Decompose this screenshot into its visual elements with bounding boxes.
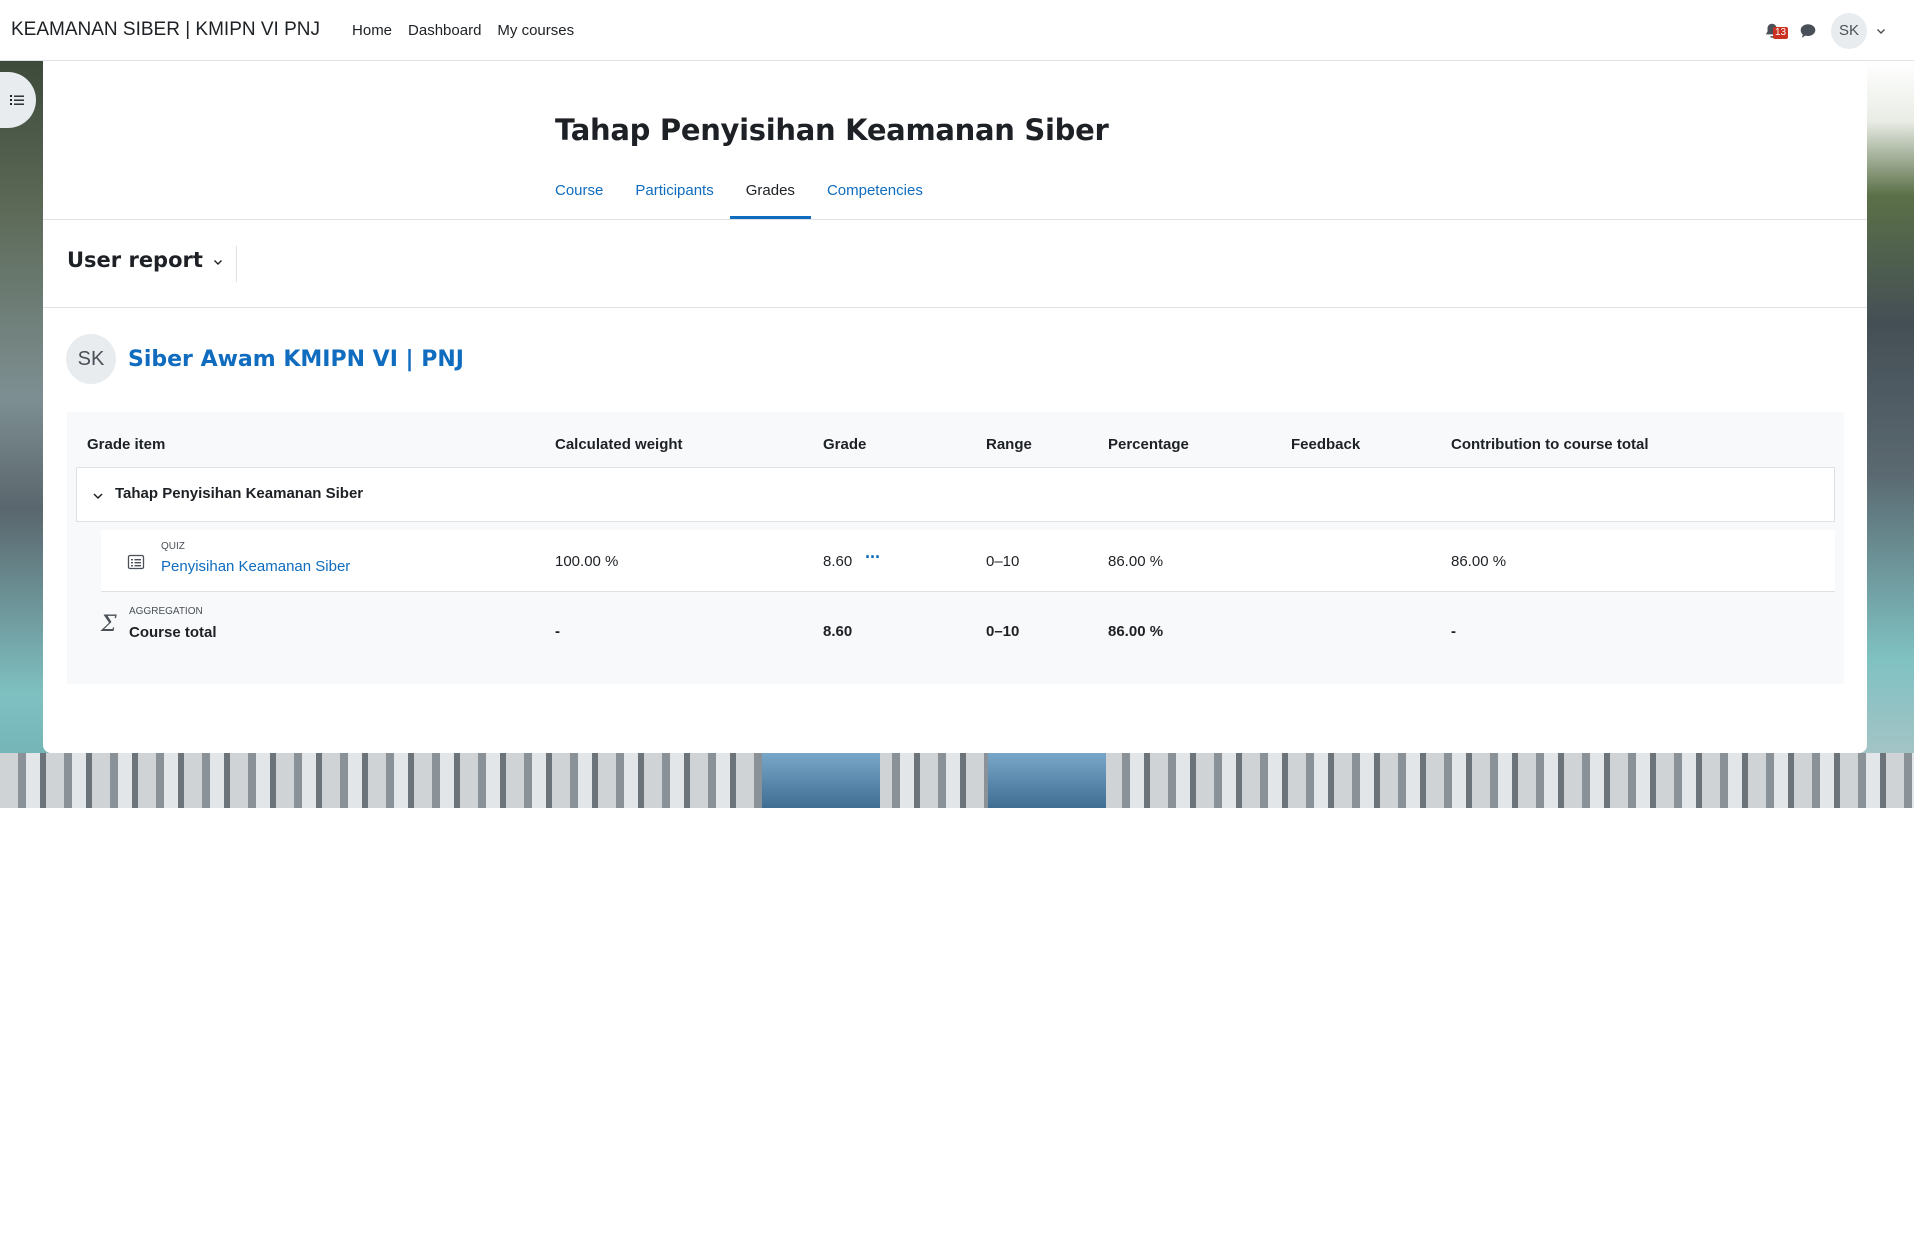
user-name-link[interactable]: Siber Awam KMIPN VI | PNJ <box>128 347 464 372</box>
notification-count-badge: 13 <box>1773 26 1789 39</box>
nav-my-courses[interactable]: My courses <box>497 22 574 39</box>
nav-home[interactable]: Home <box>352 22 392 39</box>
range-cell: 0–10 <box>986 623 1020 640</box>
chevron-down-icon <box>213 260 222 265</box>
tab-competencies[interactable]: Competencies <box>811 177 939 219</box>
percentage-cell: 86.00 % <box>1108 553 1164 570</box>
tab-participants[interactable]: Participants <box>619 177 729 219</box>
background-window <box>988 753 1106 808</box>
column-header-grade-item: Grade item <box>87 436 166 453</box>
divider <box>236 246 237 282</box>
list-icon <box>10 95 24 105</box>
column-header-percentage: Percentage <box>1108 436 1189 453</box>
calculated-weight-cell: 100.00 % <box>555 553 619 570</box>
item-type-label: AGGREGATION <box>129 606 203 617</box>
report-selector-dropdown[interactable]: User report <box>67 248 223 272</box>
tab-grades[interactable]: Grades <box>729 177 812 219</box>
messages-icon[interactable] <box>1799 22 1817 40</box>
notifications-button[interactable]: 13 <box>1763 20 1789 42</box>
chevron-down-icon[interactable] <box>92 490 104 502</box>
grade-item-link[interactable]: Penyisihan Keamanan Siber <box>161 558 350 575</box>
primary-navigation: Home Dashboard My courses <box>352 22 590 39</box>
category-name: Tahap Penyisihan Keamanan Siber <box>115 485 364 502</box>
user-heading: SK Siber Awam KMIPN VI | PNJ <box>66 334 464 384</box>
grade-cell: 8.60 <box>823 623 853 640</box>
grade-cell: 8.60 <box>823 553 853 570</box>
avatar: SK <box>66 334 116 384</box>
report-navigation-bar: User report <box>43 220 1867 308</box>
background-window <box>762 753 880 808</box>
quiz-icon <box>127 554 145 570</box>
contribution-cell: 86.00 % <box>1451 553 1507 570</box>
category-row[interactable]: Tahap Penyisihan Keamanan Siber <box>76 467 1835 522</box>
course-total-label: Course total <box>129 624 217 641</box>
tab-course[interactable]: Course <box>555 177 619 219</box>
user-navigation: 13 SK <box>1763 0 1886 61</box>
site-name[interactable]: KEAMANAN SIBER | KMIPN VI PNJ <box>11 19 320 41</box>
top-navbar: KEAMANAN SIBER | KMIPN VI PNJ Home Dashb… <box>0 0 1914 61</box>
sigma-icon: Σ <box>101 612 117 637</box>
percentage-cell: 86.00 % <box>1108 623 1164 640</box>
course-secondary-navigation: Course Participants Grades Competencies <box>555 177 939 219</box>
column-header-contribution: Contribution to course total <box>1451 436 1649 453</box>
range-cell: 0–10 <box>986 553 1020 570</box>
grade-report-table: Grade item Calculated weight Grade Range… <box>67 412 1844 684</box>
grade-actions-menu-icon[interactable]: ··· <box>865 547 881 568</box>
column-header-grade: Grade <box>823 436 867 453</box>
page-title: Tahap Penyisihan Keamanan Siber <box>555 113 1109 147</box>
item-type-label: QUIZ <box>161 541 185 552</box>
background-building-facade <box>0 753 1914 808</box>
user-avatar[interactable]: SK <box>1831 12 1867 49</box>
chevron-down-icon[interactable] <box>1876 26 1886 36</box>
contribution-cell: - <box>1451 623 1456 640</box>
column-header-range: Range <box>986 436 1032 453</box>
calculated-weight-cell: - <box>555 623 560 640</box>
report-selector-label: User report <box>67 248 203 272</box>
column-header-feedback: Feedback <box>1291 436 1361 453</box>
column-header-calculated-weight: Calculated weight <box>555 436 683 453</box>
main-content-card: Tahap Penyisihan Keamanan Siber Course P… <box>43 61 1867 753</box>
table-row: QUIZ Penyisihan Keamanan Siber 100.00 % … <box>101 530 1835 592</box>
nav-dashboard[interactable]: Dashboard <box>408 22 481 39</box>
